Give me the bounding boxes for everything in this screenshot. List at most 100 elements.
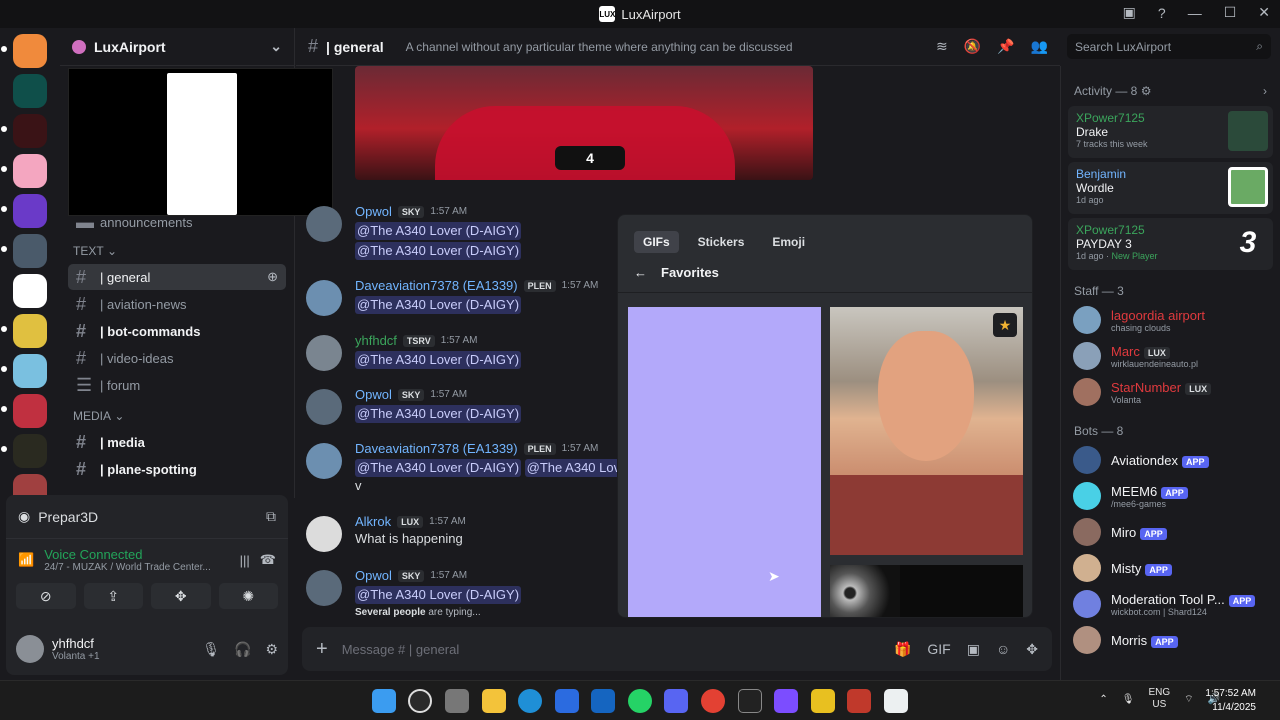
disconnect-icon[interactable]: ☎: [260, 552, 276, 568]
channel-general[interactable]: # | general ⊕: [68, 264, 286, 290]
voice-channel-name[interactable]: 24/7 - MUZAK / World Trade Center...: [44, 562, 211, 573]
channel-video-ideas[interactable]: # | video-ideas: [68, 345, 286, 371]
avatar[interactable]: [306, 516, 342, 552]
edge-icon[interactable]: [518, 689, 542, 713]
gif-icon[interactable]: GIF: [927, 641, 950, 658]
back-arrow-icon[interactable]: ←: [634, 265, 647, 280]
voice-connected-label[interactable]: Voice Connected: [44, 547, 211, 562]
app-icon[interactable]: [811, 689, 835, 713]
chrome-icon[interactable]: [701, 689, 725, 713]
channel-plane-spotting[interactable]: # | plane-spotting: [68, 456, 286, 482]
headphones-icon[interactable]: 🎧: [234, 641, 251, 658]
search-icon[interactable]: [408, 689, 432, 713]
noise-suppression-icon[interactable]: |||: [240, 553, 250, 568]
chevron-right-icon[interactable]: ›: [1263, 84, 1267, 98]
author-name[interactable]: Opwol: [355, 568, 392, 583]
gif-tile[interactable]: [830, 565, 1023, 617]
sticker-icon[interactable]: ▣: [967, 641, 980, 658]
inbox-icon[interactable]: ▣: [1123, 4, 1136, 21]
app-icon[interactable]: [774, 689, 798, 713]
activity-header[interactable]: Activity — 8 ⚙ ›: [1061, 80, 1280, 102]
app-icon[interactable]: [847, 689, 871, 713]
activity-card[interactable]: XPower7125 Drake 7 tracks this week: [1068, 106, 1273, 158]
server-icon[interactable]: [13, 74, 47, 108]
screen-share-button[interactable]: ⇪: [83, 583, 143, 609]
help-icon[interactable]: ?: [1158, 5, 1166, 21]
avatar[interactable]: [306, 335, 342, 371]
author-name[interactable]: Daveaviation7378 (EA1339): [355, 441, 518, 456]
maximize-button[interactable]: ☐: [1224, 4, 1237, 21]
camera-off-button[interactable]: ⊘: [16, 583, 76, 609]
gift-icon[interactable]: 🎁: [894, 641, 911, 658]
server-icon[interactable]: [1, 354, 47, 388]
author-name[interactable]: Daveaviation7378 (EA1339): [355, 278, 518, 293]
server-icon[interactable]: [1, 434, 47, 468]
user-mention[interactable]: @The A340 Lover (D-AIGY): [355, 459, 522, 477]
avatar[interactable]: [306, 570, 342, 606]
avatar[interactable]: [306, 206, 342, 242]
author-name[interactable]: Alkrok: [355, 514, 391, 529]
search-input[interactable]: Search LuxAirport ⌕: [1067, 34, 1271, 59]
user-mention[interactable]: @The A340 Lover (D-AIGY): [355, 242, 522, 260]
member-row[interactable]: MEEM6 APP/mee6-games: [1061, 478, 1280, 514]
tab-stickers[interactable]: Stickers: [689, 231, 754, 253]
author-name[interactable]: Opwol: [355, 387, 392, 402]
threads-icon[interactable]: ≋: [936, 38, 948, 55]
clock[interactable]: 1:57:52 AM 11/4/2025: [1205, 687, 1256, 715]
embedded-image[interactable]: 4: [355, 66, 813, 180]
avatar[interactable]: [306, 389, 342, 425]
activity-card[interactable]: Benjamin Wordle 1d ago: [1068, 162, 1273, 214]
share-screen-icon[interactable]: ⧉: [266, 508, 276, 525]
server-icon[interactable]: [1, 194, 47, 228]
prepar3d-icon[interactable]: [738, 689, 762, 713]
server-icon[interactable]: [1, 114, 47, 148]
start-icon[interactable]: [372, 689, 396, 713]
pin-icon[interactable]: 📌: [997, 38, 1014, 55]
channel-topic[interactable]: A channel without any particular theme w…: [406, 40, 793, 54]
add-member-icon[interactable]: ⊕: [267, 269, 278, 285]
app-icon[interactable]: [591, 689, 615, 713]
category-text[interactable]: TEXT ⌄: [60, 239, 294, 263]
category-media[interactable]: MEDIA ⌄: [60, 404, 294, 428]
user-mention[interactable]: @The A340 Lover (D-AIGY): [355, 586, 522, 604]
server-icon[interactable]: [1, 234, 47, 268]
channel-aviation-news[interactable]: # | aviation-news: [68, 291, 286, 317]
minimize-button[interactable]: —: [1188, 5, 1202, 21]
store-icon[interactable]: [555, 689, 579, 713]
message-composer[interactable]: + Message # | general 🎁 GIF ▣ ☺ ✥: [302, 627, 1052, 671]
favorite-star-icon[interactable]: ★: [993, 313, 1017, 337]
member-row[interactable]: StarNumber LUX Volanta: [1061, 374, 1280, 410]
tab-gifs[interactable]: GIFs: [634, 231, 679, 253]
gif-tile[interactable]: ★: [830, 307, 1023, 555]
member-list-icon[interactable]: 👥: [1031, 38, 1048, 55]
app-icon[interactable]: [884, 689, 908, 713]
channel-bot-commands[interactable]: # | bot-commands: [68, 318, 286, 344]
chevron-up-icon[interactable]: ⌃: [1099, 694, 1107, 705]
server-icon[interactable]: [1, 154, 47, 188]
activity-row[interactable]: ◉ Prepar3D ⧉: [6, 495, 288, 539]
author-name[interactable]: Opwol: [355, 204, 392, 219]
microphone-icon[interactable]: 🎙: [1122, 694, 1135, 705]
activity-card[interactable]: XPower7125 PAYDAY 3 1d ago · New Player …: [1068, 218, 1273, 270]
add-attachment-icon[interactable]: +: [316, 638, 328, 661]
user-mention[interactable]: @The A340 Lover (D-AIGY): [355, 296, 522, 314]
member-row[interactable]: Aviationdex APP: [1061, 442, 1280, 478]
tab-emoji[interactable]: Emoji: [763, 231, 814, 253]
member-row[interactable]: Morris APP: [1061, 622, 1280, 658]
guild-header[interactable]: LuxAirport ⌄: [60, 28, 294, 66]
member-row[interactable]: Misty APP: [1061, 550, 1280, 586]
author-name[interactable]: yhfhdcf: [355, 333, 397, 348]
member-row[interactable]: lagoordia airport chasing clouds: [1061, 302, 1280, 338]
language-indicator[interactable]: ENG US: [1148, 687, 1170, 711]
avatar[interactable]: [16, 635, 44, 663]
member-row[interactable]: Moderation Tool P... APP wickbot.com | Sha…: [1061, 586, 1280, 622]
user-mention[interactable]: @The A340 Lover (D-AIGY): [355, 351, 522, 369]
file-explorer-icon[interactable]: [482, 689, 506, 713]
user-mention[interactable]: @The A340 Lover (D-AIGY): [355, 405, 522, 423]
avatar[interactable]: [306, 280, 342, 316]
microphone-icon[interactable]: 🎙: [202, 641, 220, 658]
channel-forum[interactable]: ☰ | forum: [68, 372, 286, 398]
wifi-icon[interactable]: ⌔: [1184, 693, 1193, 706]
avatar[interactable]: [306, 443, 342, 479]
task-view-icon[interactable]: [445, 689, 469, 713]
